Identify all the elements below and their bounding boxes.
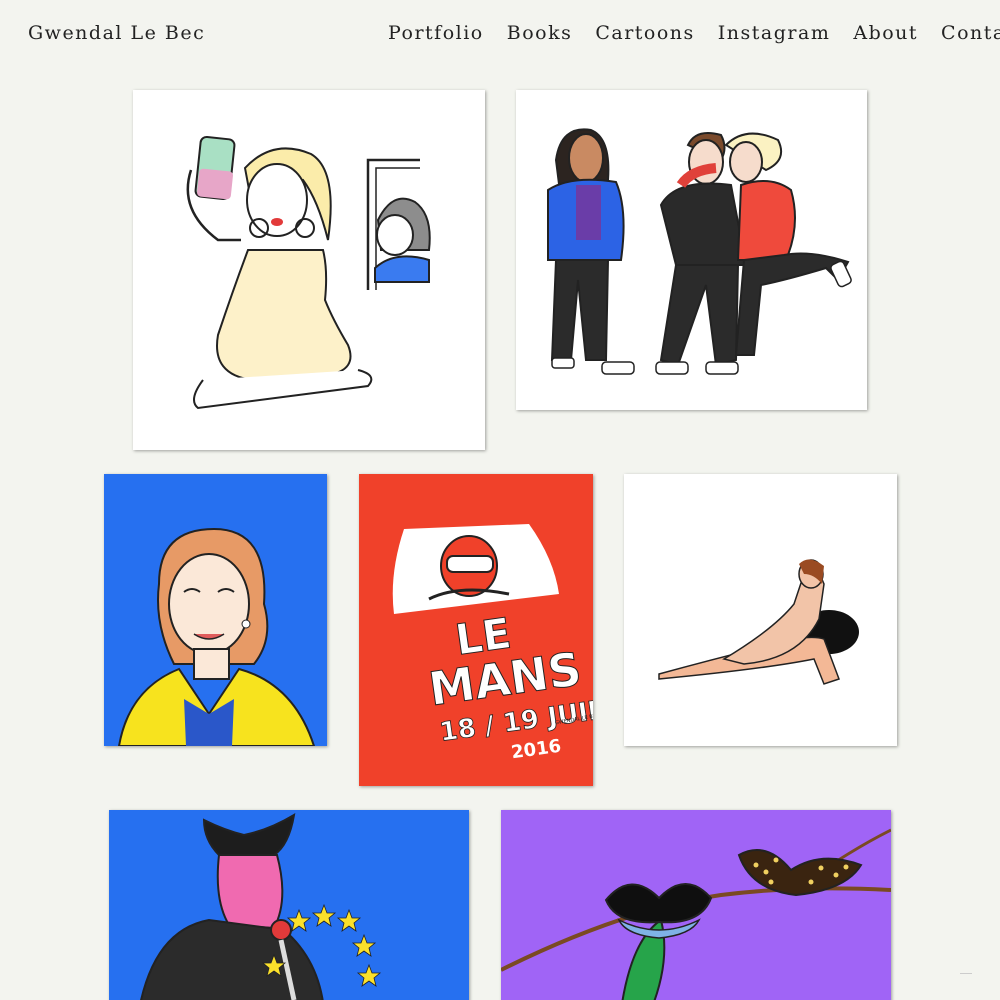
le-mans-poster-tile[interactable]: LE MANS 18 / 19 JUIN 2016 GWENDAL LE BEC bbox=[359, 474, 593, 786]
le-mans-poster: LE MANS 18 / 19 JUIN 2016 GWENDAL LE BEC bbox=[359, 474, 593, 786]
portfolio-page: Gwendal Le Bec Portfolio Books Cartoons … bbox=[0, 0, 1000, 1000]
site-title[interactable]: Gwendal Le Bec bbox=[28, 22, 205, 44]
nav-instagram[interactable]: Instagram bbox=[718, 22, 831, 44]
portrait-blue-tile[interactable] bbox=[104, 474, 327, 746]
butterflies-illustration bbox=[501, 810, 891, 1000]
couple-illustration-tile[interactable] bbox=[624, 474, 897, 746]
selfie-illustration-tile[interactable] bbox=[133, 90, 485, 450]
group-illustration-tile[interactable] bbox=[516, 90, 867, 410]
singer-illustration-tile[interactable] bbox=[109, 810, 469, 1000]
nav-contact[interactable]: Contact bbox=[941, 22, 1000, 44]
selfie-illustration bbox=[133, 90, 485, 450]
scroll-indicator bbox=[960, 973, 972, 974]
nav-portfolio[interactable]: Portfolio bbox=[388, 22, 484, 44]
nav-cartoons[interactable]: Cartoons bbox=[595, 22, 694, 44]
main-nav: Portfolio Books Cartoons Instagram About… bbox=[388, 22, 1000, 44]
group-illustration bbox=[516, 90, 867, 410]
nav-books[interactable]: Books bbox=[507, 22, 573, 44]
butterflies-illustration-tile[interactable] bbox=[501, 810, 891, 1000]
portrait-blue-illustration bbox=[104, 474, 327, 746]
couple-illustration bbox=[624, 474, 897, 746]
singer-illustration bbox=[109, 810, 469, 1000]
nav-about[interactable]: About bbox=[853, 22, 918, 44]
